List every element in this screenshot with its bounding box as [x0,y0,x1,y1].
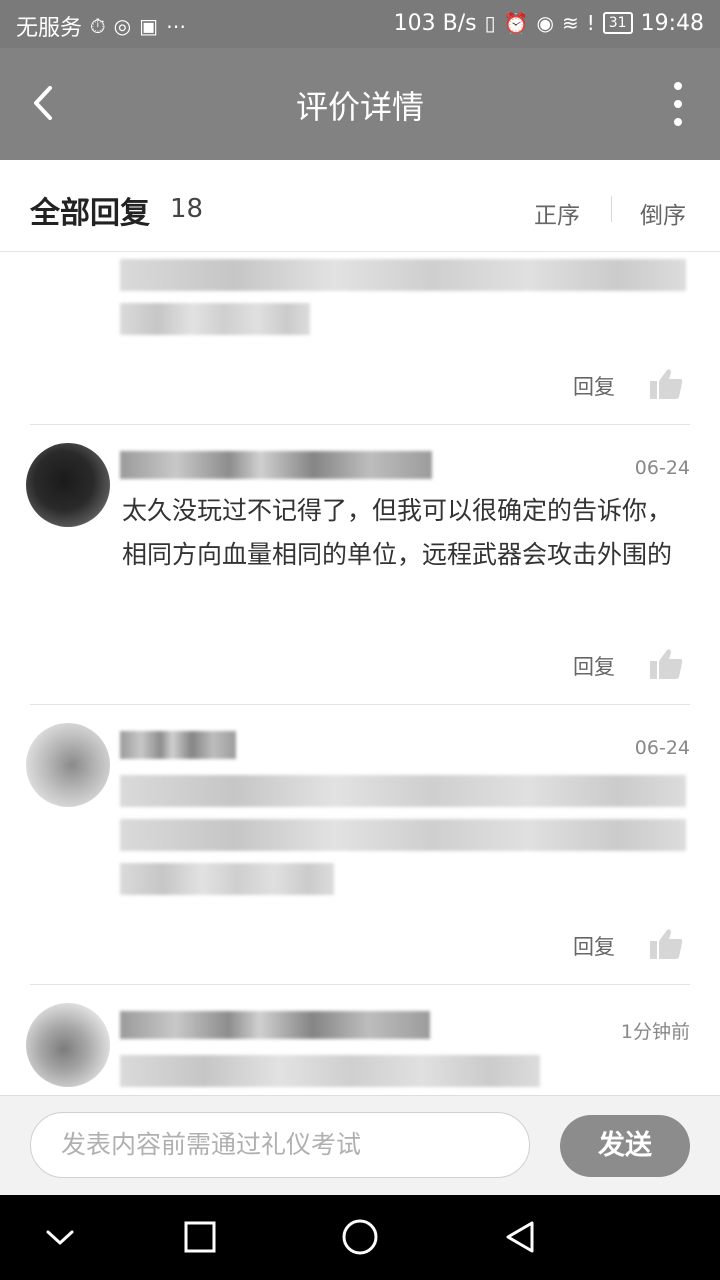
reply-button[interactable]: 回复 [573,931,615,961]
more-vertical-icon [674,82,682,90]
avatar[interactable] [26,443,110,527]
blurred-comment-text [120,819,686,851]
recent-apps-icon[interactable] [178,1215,222,1259]
clock: 19:48 [640,10,704,36]
comment-item: 06-24 太久没玩过不记得了，但我可以很确定的告诉你，相同方向血量相同的单位，… [0,425,720,705]
home-icon[interactable] [338,1215,382,1259]
blurred-comment-text [120,863,334,895]
signal-alert-icon: ! [586,11,595,35]
sort-descending-button[interactable]: 倒序 [640,196,686,230]
send-button[interactable]: 发送 [560,1115,690,1177]
comment-username[interactable] [120,451,432,479]
comment-input[interactable]: 发表内容前需通过礼仪考试 [30,1112,530,1178]
carrier-label: 无服务 [16,16,83,41]
status-right: 103 B/s ▯ ⏰ ◉ ≋ ! 31 19:48 [394,10,704,36]
reply-header: 全部回复 18 正序 倒序 [0,160,720,252]
more-button[interactable] [668,82,688,126]
back-nav-icon[interactable] [498,1215,542,1259]
wifi-icon: ≋ [561,11,579,35]
comment-username[interactable] [120,731,236,759]
blurred-comment-text [120,1055,540,1087]
sort-divider [611,196,612,222]
comment-username[interactable] [120,1011,430,1039]
replies-count: 18 [170,194,204,224]
comment-text: 太久没玩过不记得了，但我可以很确定的告诉你，相同方向血量相同的单位，远程武器会攻… [122,496,673,569]
media-icon: ▣ [139,14,158,38]
alarm-icon: ⏰ [503,11,529,35]
chevron-down-icon[interactable] [38,1215,82,1259]
comment-item: 06-24 回复 [0,705,720,985]
reply-button[interactable]: 回复 [573,371,615,401]
comment-item: 回复 [0,253,720,425]
comment-time: 1分钟前 [620,1021,690,1043]
network-speed: 103 B/s [393,10,477,36]
thumbs-up-icon[interactable] [648,647,684,681]
status-bar: 无服务 ⏱ ◎ ▣ ⋯ 103 B/s ▯ ⏰ ◉ ≋ ! 31 19:48 [0,0,720,48]
status-left: 无服务 ⏱ ◎ ▣ ⋯ [16,10,186,42]
timer-icon: ⏱ [90,14,106,38]
eye-icon: ◉ [536,11,554,35]
avatar[interactable] [26,1003,110,1087]
thumbs-up-icon[interactable] [648,367,684,401]
blurred-comment-text [120,775,686,807]
more-vertical-icon [674,100,682,108]
comment-time: 06-24 [634,457,690,479]
comment-time: 06-24 [634,737,690,759]
blurred-comment-text [120,259,686,291]
page-title: 评价详情 [295,88,424,126]
app-notification-icon: ◎ [113,14,132,38]
comment-item: 1分钟前 [0,985,720,1095]
more-notifications-icon: ⋯ [165,14,186,38]
replies-title: 全部回复 [30,196,150,231]
blurred-comment-text [120,303,310,335]
sort-ascending-button[interactable]: 正序 [534,196,580,230]
avatar[interactable] [26,723,110,807]
system-nav-bar [0,1195,720,1280]
reply-button[interactable]: 回复 [573,651,615,681]
thumbs-up-icon[interactable] [648,927,684,961]
app-header: 评价详情 [0,48,720,160]
battery-icon: 31 [602,12,633,34]
more-vertical-icon [674,118,682,126]
comment-list: 回复 06-24 太久没玩过不记得了，但我可以很确定的告诉你，相同方向血量相同的… [0,253,720,1095]
comment-input-bar: 发表内容前需通过礼仪考试 发送 [0,1095,720,1195]
vibrate-icon: ▯ [484,11,496,35]
